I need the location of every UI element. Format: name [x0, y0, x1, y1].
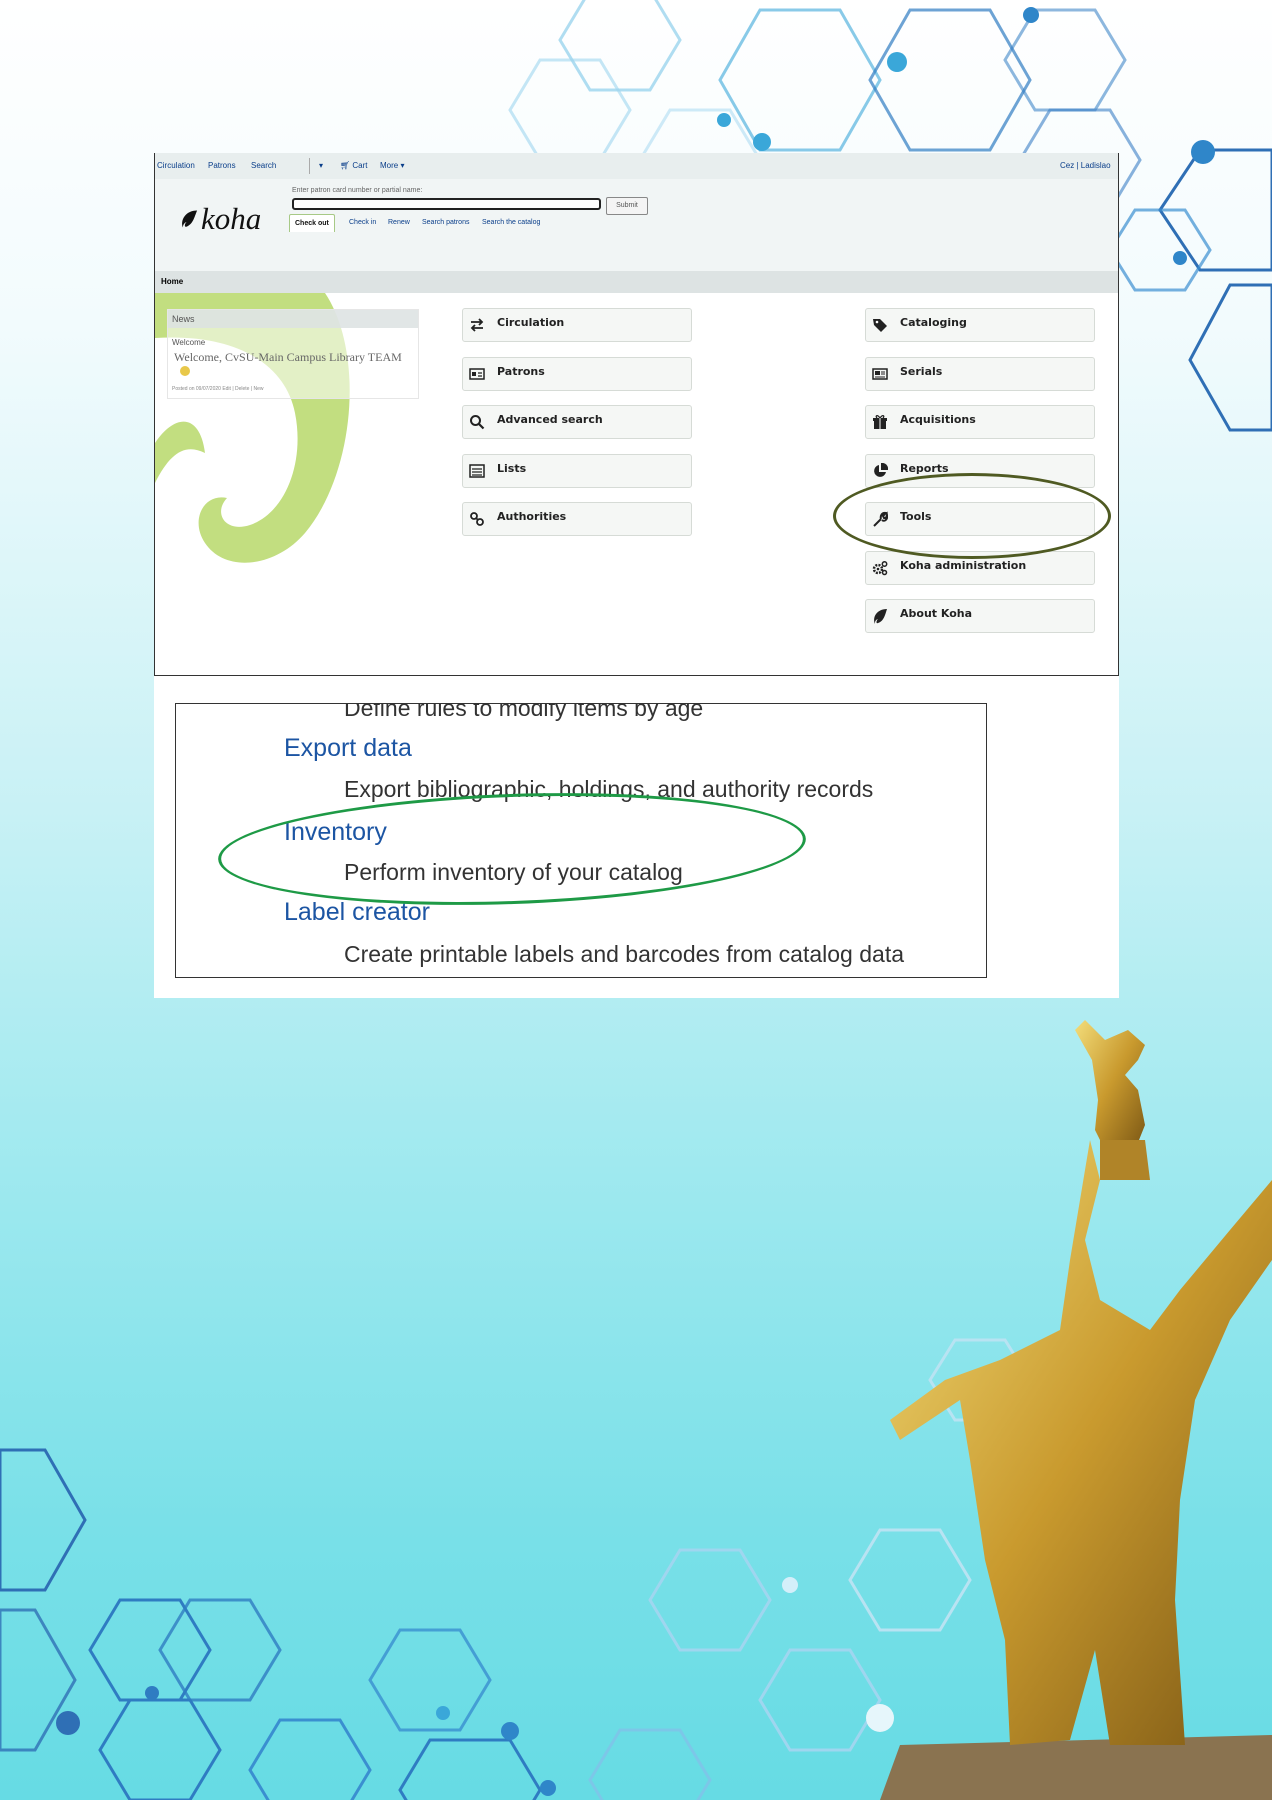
smiley-icon [180, 366, 190, 376]
module-serials[interactable]: Serials [865, 357, 1095, 391]
tools-highlight-oval [833, 473, 1111, 559]
news-meta: Posted on 09/07/2020 Edit | Delete | New [172, 386, 264, 392]
patron-search-hint: Enter patron card number or partial name… [292, 187, 423, 194]
module-authorities[interactable]: Authorities [462, 502, 692, 536]
inventory-highlight-oval [216, 783, 808, 915]
link-icon [470, 512, 484, 526]
module-patrons[interactable]: Patrons [462, 357, 692, 391]
nav-patrons-link[interactable]: Patrons [208, 161, 236, 170]
nav-dropdown-caret-icon[interactable]: ▾ [319, 161, 323, 170]
nav-more-menu[interactable]: More ▾ [380, 161, 404, 170]
tools-list-screenshot: Define rules to modify items by age Expo… [175, 703, 987, 978]
nav-divider [309, 158, 310, 174]
nav-circulation-link[interactable]: Circulation [157, 161, 195, 170]
slide-content-panel: Circulation Patrons Search ▾ 🛒︎ Cart Mor… [154, 153, 1119, 998]
koha-home-screenshot: Circulation Patrons Search ▾ 🛒︎ Cart Mor… [154, 153, 1119, 676]
tab-check-in[interactable]: Check in [349, 219, 376, 226]
breadcrumb-home[interactable]: Home [161, 277, 183, 286]
news-welcome-label: Welcome [172, 338, 206, 347]
news-heading: News [168, 310, 418, 328]
koha-logo[interactable]: koha [180, 201, 261, 237]
id-card-icon [469, 368, 485, 380]
golden-statue-image [880, 1020, 1272, 1800]
module-lists[interactable]: Lists [462, 454, 692, 488]
tool-desc-partial: Define rules to modify items by age [344, 703, 704, 721]
header-area: koha Enter patron card number or partial… [155, 179, 1118, 271]
pie-chart-icon [874, 463, 888, 477]
circulation-arrows-icon [470, 318, 484, 332]
news-message: Welcome, CvSU-Main Campus Library TEAM [174, 350, 418, 380]
nav-search-link[interactable]: Search [251, 161, 276, 170]
module-advanced-search[interactable]: Advanced search [462, 405, 692, 439]
module-about-koha[interactable]: About Koha [865, 599, 1095, 633]
tab-search-catalog[interactable]: Search the catalog [482, 219, 540, 226]
tool-export-data-link[interactable]: Export data [284, 734, 412, 763]
tag-icon [873, 319, 887, 332]
module-circulation[interactable]: Circulation [462, 308, 692, 342]
tab-check-out[interactable]: Check out [289, 214, 335, 232]
breadcrumb: Home [155, 271, 1118, 293]
cart-icon: 🛒︎ [340, 161, 351, 170]
list-icon [469, 464, 485, 478]
nav-cart-link[interactable]: 🛒︎ Cart [340, 161, 368, 170]
koha-leaf-icon [182, 210, 198, 228]
submit-button[interactable]: Submit [606, 197, 648, 215]
search-icon [470, 415, 485, 430]
top-navigation-bar: Circulation Patrons Search ▾ 🛒︎ Cart Mor… [155, 153, 1118, 179]
koha-leaf-icon [874, 609, 887, 624]
chevron-down-icon: ▾ [398, 161, 405, 170]
hexagon-pattern-bottom [0, 1338, 1032, 1800]
newspaper-icon [872, 368, 888, 380]
gift-icon [873, 415, 887, 429]
tab-renew[interactable]: Renew [388, 219, 410, 226]
gears-icon [872, 561, 888, 576]
news-box: News Welcome Welcome, CvSU-Main Campus L… [167, 309, 419, 399]
tab-search-patrons[interactable]: Search patrons [422, 219, 469, 226]
module-acquisitions[interactable]: Acquisitions [865, 405, 1095, 439]
tool-label-creator-desc: Create printable labels and barcodes fro… [344, 941, 905, 967]
patron-search-input[interactable] [292, 198, 601, 210]
module-cataloging[interactable]: Cataloging [865, 308, 1095, 342]
logged-in-user[interactable]: Cez | Ladislao [1060, 161, 1111, 170]
